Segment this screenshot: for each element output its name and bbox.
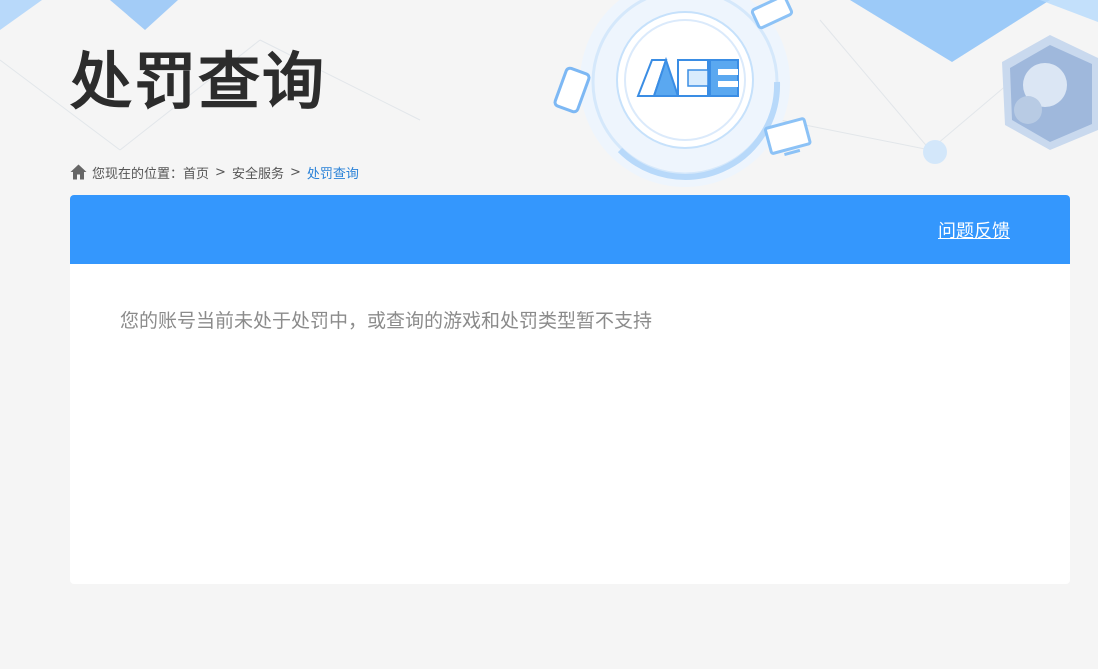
result-message: 您的账号当前未处于处罚中，或查询的游戏和处罚类型暂不支持 bbox=[120, 310, 653, 332]
breadcrumb-home[interactable]: 首页 bbox=[183, 163, 209, 182]
home-icon bbox=[70, 164, 87, 180]
decor-shard-left bbox=[0, 0, 42, 30]
decor-bubble bbox=[923, 140, 947, 164]
breadcrumb-separator: > bbox=[215, 164, 226, 180]
decor-shard-left-2 bbox=[110, 0, 178, 30]
logo-halo bbox=[580, 0, 790, 187]
breadcrumb: 您现在的位置： 首页 > 安全服务 > 处罚查询 bbox=[70, 162, 359, 182]
breadcrumb-separator: > bbox=[289, 164, 301, 180]
panel-body: 您的账号当前未处于处罚中，或查询的游戏和处罚类型暂不支持 bbox=[70, 264, 1070, 375]
gamepad-icon bbox=[553, 66, 591, 114]
page-title: 处罚查询 bbox=[70, 45, 327, 118]
panel-header: 问题反馈 bbox=[70, 195, 1070, 264]
monitor-icon bbox=[764, 117, 812, 156]
page: 处罚查询 您现在的位置： 首页 > 安全服务 > 处罚查询 问题反馈 您的账号当… bbox=[0, 0, 1098, 669]
decor-shard-right bbox=[850, 0, 1050, 62]
ace-logo bbox=[636, 56, 739, 97]
feedback-link[interactable]: 问题反馈 bbox=[938, 217, 1010, 243]
breadcrumb-prefix: 您现在的位置： bbox=[92, 166, 184, 182]
character-portrait bbox=[1002, 35, 1098, 150]
breadcrumb-current: 处罚查询 bbox=[306, 166, 359, 182]
result-panel: 问题反馈 您的账号当前未处于处罚中，或查询的游戏和处罚类型暂不支持 bbox=[70, 195, 1070, 584]
decor-shard-right-2 bbox=[1040, 0, 1098, 22]
gamepad-icon bbox=[750, 0, 794, 30]
breadcrumb-security-service[interactable]: 安全服务 bbox=[232, 163, 284, 182]
